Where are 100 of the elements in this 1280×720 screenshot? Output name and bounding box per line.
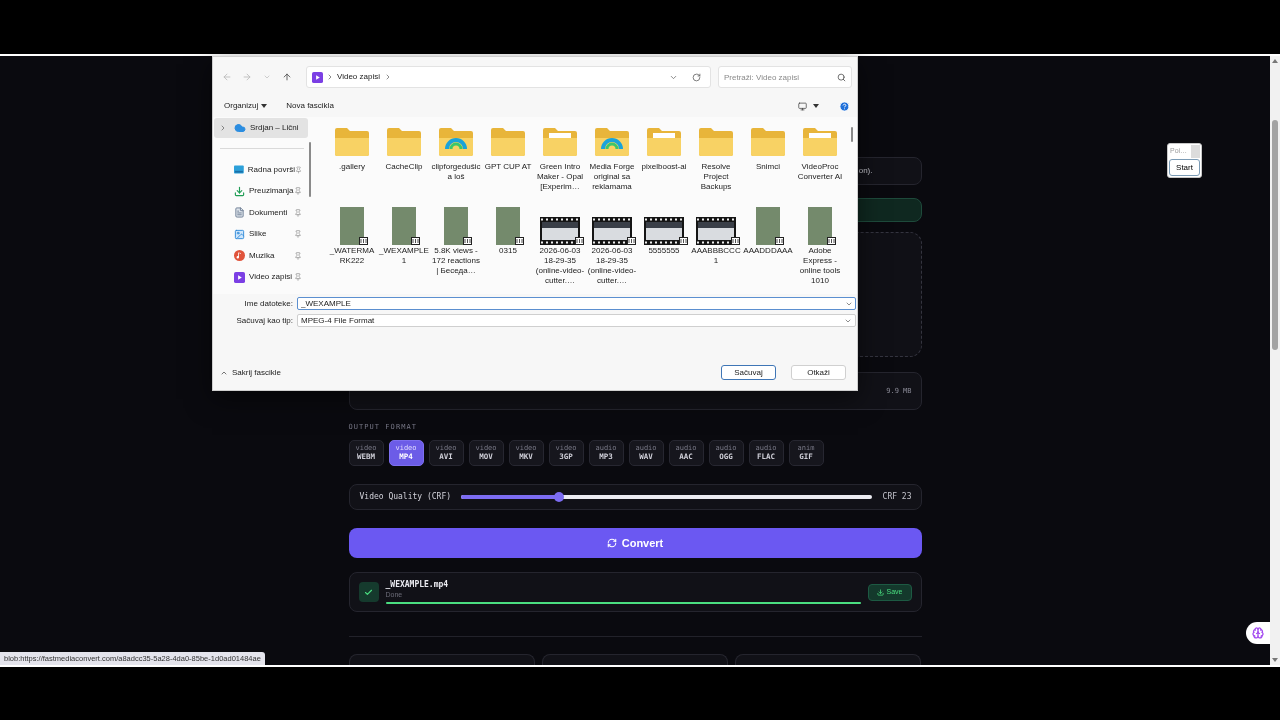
assistant-button[interactable] (1246, 622, 1270, 644)
caret-icon (813, 104, 819, 108)
file-name[interactable]: 5555555 (639, 246, 689, 256)
address-bar[interactable]: Video zapisi (306, 66, 711, 88)
picture-icon (234, 228, 245, 240)
search-icon[interactable] (837, 72, 846, 82)
video-badge-icon (515, 237, 524, 245)
refresh-icon[interactable] (692, 72, 701, 82)
file-name[interactable]: AAADDDAAA (743, 246, 793, 256)
slider-thumb[interactable] (554, 492, 565, 502)
nav-scrollbar[interactable] (309, 142, 311, 197)
breadcrumb[interactable]: Video zapisi (337, 71, 380, 83)
folder-icon (594, 127, 630, 157)
folder-icon (646, 127, 682, 157)
nav-item[interactable]: Slike (214, 223, 308, 245)
file-name[interactable]: 5.8K views - 172 reactions | Беседа… (431, 246, 481, 276)
download-icon (234, 185, 245, 197)
scroll-down-icon[interactable] (1272, 658, 1278, 662)
scrollbar-thumb[interactable] (1272, 120, 1278, 350)
video-badge-icon (679, 237, 688, 245)
download-icon (876, 588, 884, 596)
search-field[interactable]: Pretraži: Video zapisi (718, 66, 852, 88)
nav-item[interactable]: Dokumenti (214, 202, 308, 224)
arrow-up-icon (282, 72, 292, 82)
nav-item[interactable]: Srdjan – Lični (214, 118, 308, 138)
start-button[interactable]: Start (1169, 159, 1200, 176)
chevron-right-icon[interactable] (219, 124, 227, 132)
file-name[interactable]: .gallery (327, 162, 377, 172)
dialog-button[interactable]: Sačuvaj (721, 365, 776, 380)
chevron-right-icon (384, 73, 392, 81)
video-badge-icon (463, 237, 472, 245)
hide-folders-toggle[interactable]: Sakrij fascikle (220, 366, 281, 379)
file-type-select[interactable]: MPEG-4 File Format (297, 314, 856, 327)
field-label: Ime datoteke: (243, 297, 293, 310)
document-icon (234, 207, 245, 219)
toggle-square-icon[interactable] (1191, 145, 1200, 158)
filename-field[interactable]: _WEXAMPLE (297, 297, 856, 310)
folder-icon (802, 127, 838, 157)
music-icon (234, 250, 245, 262)
file-name[interactable]: CacheClip (379, 162, 429, 172)
video-thumbnail (444, 207, 468, 245)
chevron-down-icon (263, 73, 271, 81)
file-name[interactable]: 2026-06-03 18-29-35 (online-video-cutter.… (587, 246, 637, 286)
nav-item[interactable]: Muzika (214, 245, 308, 267)
folder-icon (386, 127, 422, 157)
folder-icon (334, 127, 370, 157)
refresh-icon (606, 538, 617, 548)
folder-icon (542, 127, 578, 157)
video-badge-icon (411, 237, 420, 245)
monitor-icon (798, 101, 807, 111)
nav-item[interactable]: Preuzimanja (214, 180, 308, 202)
file-name[interactable]: AAABBBCCC1 (691, 246, 741, 266)
video-folder-icon (312, 71, 323, 83)
info-text: on). (858, 165, 873, 177)
new-folder-button[interactable]: Nova fascikla (286, 100, 334, 112)
caret-icon (261, 104, 268, 108)
organize-menu[interactable]: Organizuj (224, 100, 268, 112)
video-thumbnail (340, 207, 364, 245)
video-thumbnail (592, 217, 632, 245)
file-name[interactable]: clipforgedušica loš (431, 162, 481, 182)
file-name[interactable]: _WEXAMPLE1 (379, 246, 429, 266)
convert-button[interactable]: Convert (348, 528, 922, 558)
file-name[interactable]: Adobe Express - online tools 1010 (795, 246, 845, 286)
file-name[interactable]: Resolve Project Backups (691, 162, 741, 192)
video-thumbnail (392, 207, 416, 245)
arrow-right-icon (242, 72, 252, 82)
quality-reading: CRF 23 (882, 491, 912, 503)
chevron-right-icon (326, 73, 334, 81)
view-button[interactable] (798, 101, 819, 111)
folder-icon (750, 127, 786, 157)
page-scrollbar[interactable] (1270, 56, 1280, 665)
video-thumbnail (496, 207, 520, 245)
help-icon[interactable] (839, 100, 850, 112)
video-badge-icon (575, 237, 584, 245)
video-thumbnail (644, 217, 684, 245)
file-name[interactable]: Snimci (743, 162, 793, 172)
file-name[interactable]: _WATERMARK222 (327, 246, 377, 266)
field-label: Sačuvaj kao tip: (235, 314, 293, 327)
file-name[interactable]: 2026-06-03 18-29-35 (online-video-cutter.… (535, 246, 585, 286)
file-name[interactable]: VideoProc Converter AI (795, 162, 845, 182)
nav-item[interactable]: Video zapisi (214, 266, 308, 288)
video-badge-icon (627, 237, 636, 245)
video-thumbnail (540, 217, 580, 245)
video-thumbnail (756, 207, 780, 245)
file-name[interactable]: 0315 (483, 246, 533, 256)
video-badge-icon (827, 237, 836, 245)
video-thumbnail (808, 207, 832, 245)
dialog-button[interactable]: Otkaži (791, 365, 846, 380)
grid-scrollbar[interactable] (851, 127, 853, 142)
quality-slider[interactable] (460, 492, 872, 502)
file-name[interactable]: pixelboost-ai (639, 162, 689, 172)
video-badge-icon (731, 237, 740, 245)
scroll-up-icon[interactable] (1272, 59, 1278, 63)
file-name[interactable]: Media Forge original sa reklamama (587, 162, 637, 192)
file-name[interactable]: Green Intro Maker - Opal [Experim… (535, 162, 585, 192)
folder-icon (698, 127, 734, 157)
file-name[interactable]: GPT CUP AT (483, 162, 533, 172)
folder-icon (490, 127, 526, 157)
quality-label: Video Quality (CRF) (359, 491, 452, 503)
nav-item[interactable]: Radna površi (214, 159, 308, 181)
